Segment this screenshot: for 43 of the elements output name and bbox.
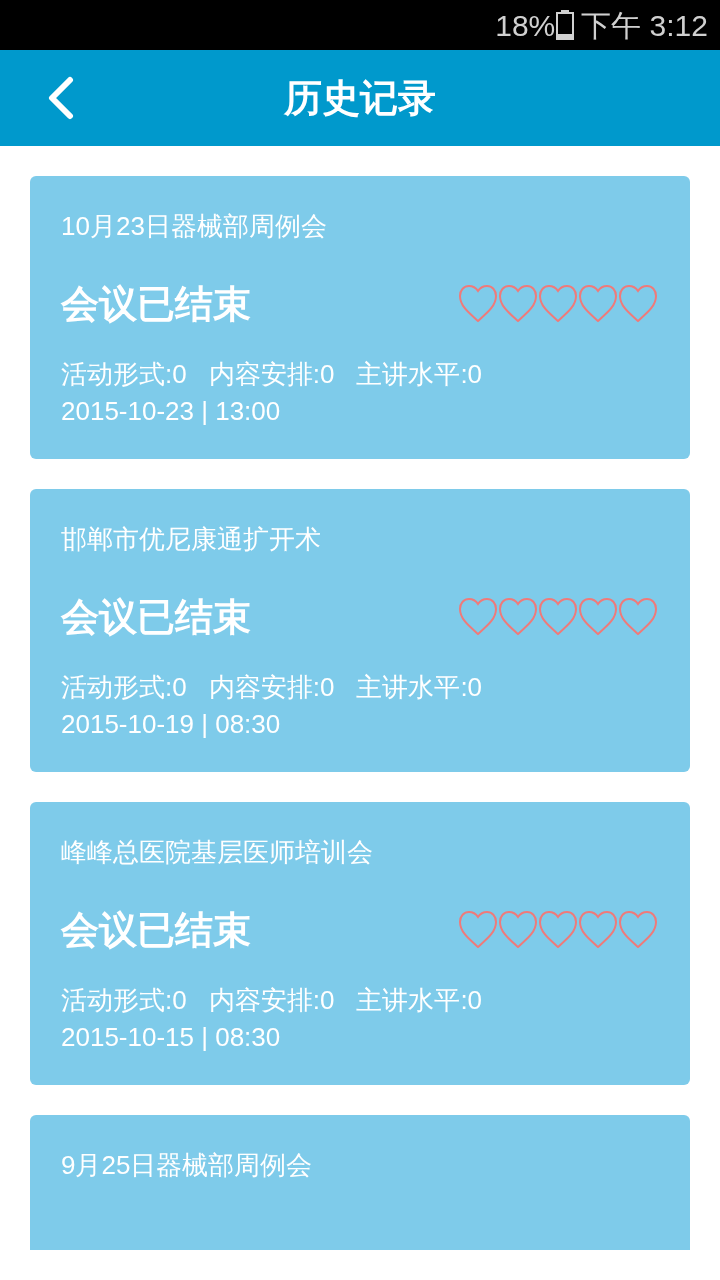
heart-icon [617,283,659,325]
heart-icon [577,596,619,638]
rating-score: 内容安排:0 [208,671,335,704]
meeting-title: 邯郸市优尼康通扩开术 [61,523,322,556]
heart-icon [617,909,659,951]
rating-score: 活动形式:0 [61,984,187,1017]
heart-icon [617,596,659,638]
heart-icon [577,283,619,325]
battery-icon [555,9,576,41]
meeting-status: 会议已结束 [61,595,251,640]
back-icon [46,76,74,120]
rating-score: 主讲水平:0 [356,671,483,704]
rating-score: 主讲水平:0 [356,358,483,391]
meeting-status: 会议已结束 [61,282,251,327]
rating-score: 活动形式:0 [61,671,187,704]
heart-icon [457,596,499,638]
meeting-title: 峰峰总医院基层医师培训会 [61,836,374,869]
meeting-card[interactable]: 9月25日器械部周例会 [30,1115,690,1250]
rating-score: 内容安排:0 [208,984,335,1017]
battery-percent: 18% [495,7,556,44]
meeting-title: 10月23日器械部周例会 [61,210,328,243]
heart-icon [457,283,499,325]
heart-icon [537,596,579,638]
meeting-status: 会议已结束 [61,908,251,953]
heart-icon [497,596,539,638]
status-time: 下午 3:12 [581,7,708,44]
meeting-title: 9月25日器械部周例会 [61,1149,314,1182]
meeting-datetime: 2015-10-23 | 13:00 [61,395,282,428]
heart-icon [537,283,579,325]
meeting-card[interactable]: 10月23日器械部周例会 会议已结束 活动形式:0 内容安排:0 主讲水平:0 2015-10-23 | 13:00 [30,176,690,459]
meeting-datetime: 2015-10-19 | 08:30 [61,708,282,741]
meeting-datetime: 2015-10-15 | 08:30 [61,1021,282,1054]
heart-icon [577,909,619,951]
heart-icon [537,909,579,951]
heart-icon [457,909,499,951]
rating-score: 内容安排:0 [208,358,335,391]
rating-score: 活动形式:0 [61,358,187,391]
meeting-card[interactable]: 峰峰总医院基层医师培训会 会议已结束 活动形式:0 内容安排:0 主讲水平:0 2015-10-15 | 08:30 [30,802,690,1085]
heart-icon [497,909,539,951]
rating-score: 主讲水平:0 [356,984,483,1017]
meeting-card[interactable]: 邯郸市优尼康通扩开术 会议已结束 活动形式:0 内容安排:0 主讲水平:0 2015-10-19 | 08:30 [30,489,690,772]
page-title: 历史记录 [284,75,436,121]
heart-icon [497,283,539,325]
